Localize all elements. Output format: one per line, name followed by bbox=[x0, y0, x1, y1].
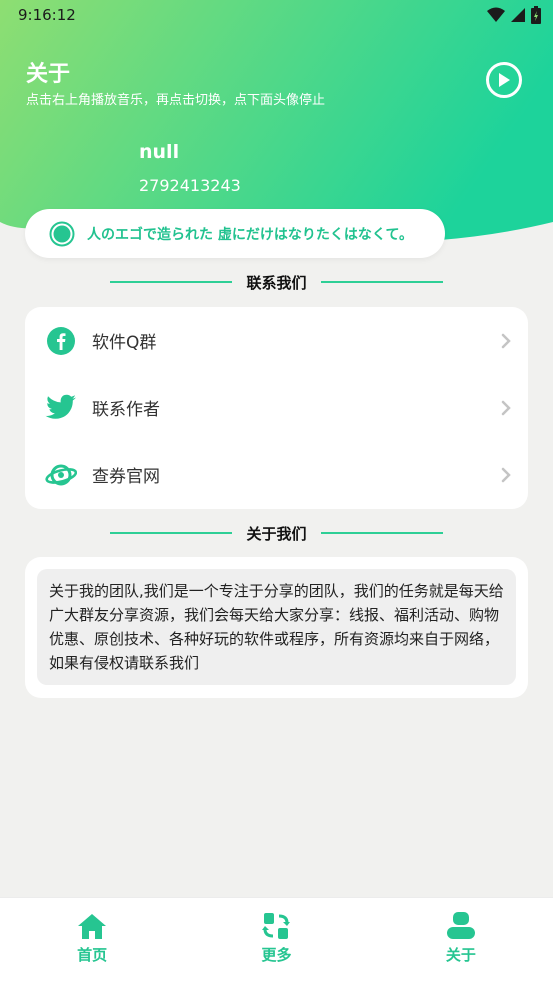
play-music-button[interactable] bbox=[486, 62, 522, 98]
nav-item-home[interactable]: 首页 bbox=[0, 898, 184, 984]
contact-item-label: 查券官网 bbox=[92, 467, 160, 487]
user-icon bbox=[446, 912, 475, 939]
nav-label: 更多 bbox=[261, 946, 292, 964]
quote-bar: 人のエゴで造られた 虚にだけはなりたくはなくて。 bbox=[25, 209, 445, 258]
more-icon bbox=[262, 913, 291, 939]
nav-label: 首页 bbox=[77, 946, 108, 964]
about-section-header: 关于我们 bbox=[0, 518, 553, 548]
contact-item-label: 联系作者 bbox=[92, 400, 160, 420]
page-subtitle: 点击右上角播放音乐，再点击切换，点下面头像停止 bbox=[26, 93, 326, 108]
username: null bbox=[139, 141, 180, 163]
about-text: 关于我的团队,我们是一个专注于分享的团队，我们的任务就是每天给广大群友分享资源，… bbox=[37, 569, 516, 685]
chevron-right-icon bbox=[501, 333, 511, 348]
record-icon bbox=[49, 221, 75, 246]
nav-item-about[interactable]: 关于 bbox=[369, 898, 553, 984]
signal-icon bbox=[511, 8, 525, 22]
about-section-title: 关于我们 bbox=[246, 524, 307, 543]
battery-icon bbox=[531, 6, 541, 24]
nav-item-more[interactable]: 更多 bbox=[184, 898, 368, 984]
contact-item-author[interactable]: 联系作者 bbox=[25, 374, 528, 441]
status-time: 9:16:12 bbox=[18, 6, 76, 24]
contact-item-website[interactable]: 查券官网 bbox=[25, 441, 528, 508]
wifi-icon bbox=[487, 7, 505, 22]
about-card: 关于我的团队,我们是一个专注于分享的团队，我们的任务就是每天给广大群友分享资源，… bbox=[25, 557, 528, 698]
qq-number: 2792413243 bbox=[139, 176, 241, 195]
contact-card: 软件Q群 联系作者 查券官网 bbox=[25, 307, 528, 509]
chevron-right-icon bbox=[501, 400, 511, 415]
divider-line bbox=[320, 281, 443, 283]
planet-icon bbox=[45, 459, 77, 491]
contact-section-title: 联系我们 bbox=[246, 273, 307, 292]
nav-label: 关于 bbox=[445, 946, 476, 964]
home-icon bbox=[78, 914, 107, 939]
chevron-right-icon bbox=[501, 467, 511, 482]
status-icons bbox=[487, 6, 541, 24]
contact-item-label: 软件Q群 bbox=[92, 333, 157, 353]
quote-text: 人のエゴで造られた 虚にだけはなりたくはなくて。 bbox=[87, 226, 414, 243]
play-icon bbox=[499, 73, 510, 87]
divider-line bbox=[320, 532, 443, 534]
facebook-icon bbox=[45, 325, 77, 357]
divider-line bbox=[110, 532, 233, 534]
contact-section-header: 联系我们 bbox=[0, 267, 553, 297]
status-bar: 9:16:12 bbox=[0, 0, 553, 30]
page-title: 关于 bbox=[26, 62, 71, 87]
contact-item-qq-group[interactable]: 软件Q群 bbox=[25, 307, 528, 374]
twitter-icon bbox=[45, 392, 77, 424]
bottom-nav: 首页 更多 关于 bbox=[0, 897, 553, 984]
divider-line bbox=[110, 281, 233, 283]
